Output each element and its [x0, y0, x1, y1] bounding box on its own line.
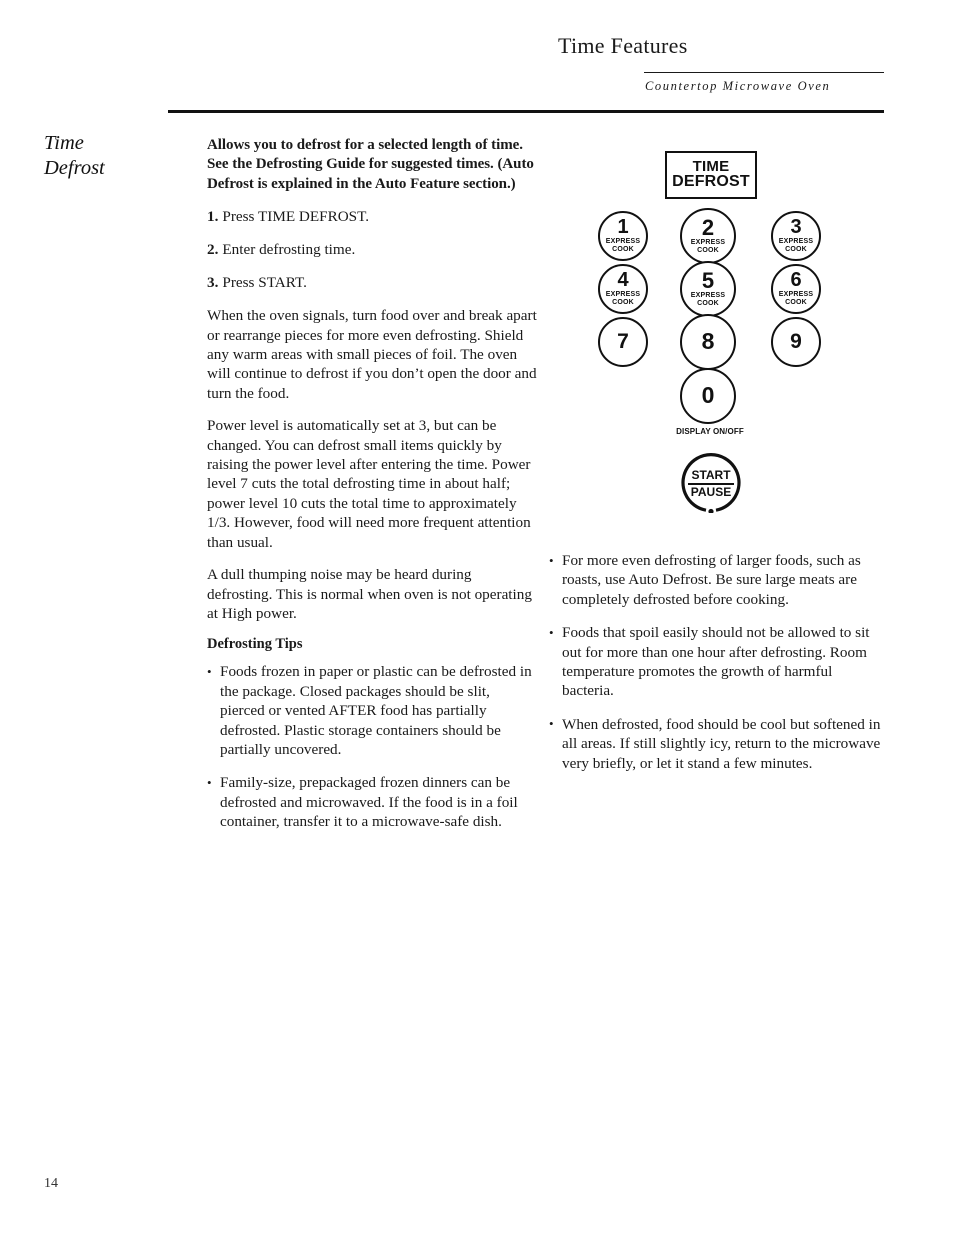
keypad-digit: 9	[790, 330, 802, 354]
step-2-text: Enter defrosting time.	[222, 241, 356, 259]
express-cook-label: EXPRESS COOK	[605, 238, 641, 253]
list-item: For more even defrosting of larger foods…	[549, 550, 883, 609]
time-defrost-label-line1: TIME	[692, 158, 730, 176]
section-heading: Time Defrost	[44, 131, 194, 181]
keypad-button-2[interactable]: 2 EXPRESS COOK	[680, 208, 736, 264]
express-cook-label: EXPRESS COOK	[690, 292, 726, 307]
step-1-number: 1.	[207, 208, 219, 226]
header-divider	[168, 110, 884, 113]
defrosting-tips-heading: Defrosting Tips	[207, 636, 303, 653]
start-pause-button[interactable]: START PAUSE	[681, 453, 741, 521]
left-column: Allows you to defrost for a selected len…	[207, 136, 537, 832]
body-paragraph-1: When the oven signals, turn food over an…	[207, 307, 537, 402]
keypad-digit: 1	[617, 216, 629, 239]
step-2-number: 2.	[207, 241, 219, 259]
list-item: Foods that spoil easily should not be al…	[549, 623, 883, 701]
list-item: Family-size, prepackaged frozen dinners …	[207, 773, 537, 831]
keypad-button-9[interactable]: 9	[771, 317, 821, 367]
keypad-digit: 0	[701, 382, 715, 409]
keypad-button-7[interactable]: 7	[598, 317, 648, 367]
body-paragraph-2: Power level is automatically set at 3, b…	[207, 417, 531, 551]
keypad-button-8[interactable]: 8	[680, 314, 736, 370]
page-header: Time Features Countertop Microwave Oven	[0, 0, 954, 118]
intro-paragraph: Allows you to defrost for a selected len…	[207, 137, 534, 192]
keypad-digit: 5	[701, 267, 715, 293]
express-cook-label: EXPRESS COOK	[605, 291, 641, 306]
keypad-button-5[interactable]: 5 EXPRESS COOK	[680, 261, 736, 317]
step-3-text: Press START.	[222, 274, 307, 292]
keypad-button-4[interactable]: 4 EXPRESS COOK	[598, 264, 648, 314]
keypad-digit: 8	[701, 328, 715, 355]
keypad-digit: 4	[617, 269, 629, 292]
section-heading-line2: Defrost	[44, 157, 105, 179]
keypad-digit: 2	[701, 214, 715, 240]
keypad-button-1[interactable]: 1 EXPRESS COOK	[598, 211, 648, 261]
page-number: 14	[44, 1176, 58, 1191]
body-paragraph-3: A dull thumping noise may be heard durin…	[207, 566, 532, 622]
step-3: 3. Press START.	[207, 273, 537, 292]
pause-label: PAUSE	[690, 484, 732, 499]
step-1-text: Press TIME DEFROST.	[222, 208, 370, 226]
display-on-off-label: DISPLAY ON/OFF	[676, 427, 744, 436]
start-pause-text: START PAUSE	[681, 469, 741, 498]
keypad-button-6[interactable]: 6 EXPRESS COOK	[771, 264, 821, 314]
page-title: Time Features	[558, 33, 688, 58]
header-subtitle: Countertop Microwave Oven	[645, 79, 831, 93]
step-3-number: 3.	[207, 274, 219, 292]
right-tips-list: For more even defrosting of larger foods…	[549, 550, 883, 773]
right-column: For more even defrosting of larger foods…	[549, 550, 883, 773]
start-label: START	[688, 469, 734, 485]
express-cook-label: EXPRESS COOK	[778, 291, 814, 306]
section-heading-line1: Time	[44, 132, 84, 154]
express-cook-label: EXPRESS COOK	[690, 239, 726, 254]
control-panel-diagram: TIME DEFROST 1 EXPRESS COOK 2 EXPRESS COOK…	[580, 140, 840, 525]
keypad-digit: 6	[790, 269, 802, 292]
step-2: 2. Enter defrosting time.	[207, 240, 537, 259]
keypad-button-3[interactable]: 3 EXPRESS COOK	[771, 211, 821, 261]
keypad-digit: 3	[790, 216, 802, 239]
step-1: 1. Press TIME DEFROST.	[207, 207, 537, 226]
keypad-button-0[interactable]: 0	[680, 368, 736, 424]
keypad-digit: 7	[617, 330, 629, 354]
list-item: Foods frozen in paper or plastic can be …	[207, 662, 537, 759]
header-subtitle-rule	[644, 72, 884, 73]
list-item: When defrosted, food should be cool but …	[549, 714, 883, 773]
time-defrost-button[interactable]: TIME DEFROST	[665, 151, 757, 199]
express-cook-label: EXPRESS COOK	[778, 238, 814, 253]
left-tips-list: Foods frozen in paper or plastic can be …	[207, 662, 537, 831]
time-defrost-label-line2: DEFROST	[672, 173, 750, 191]
